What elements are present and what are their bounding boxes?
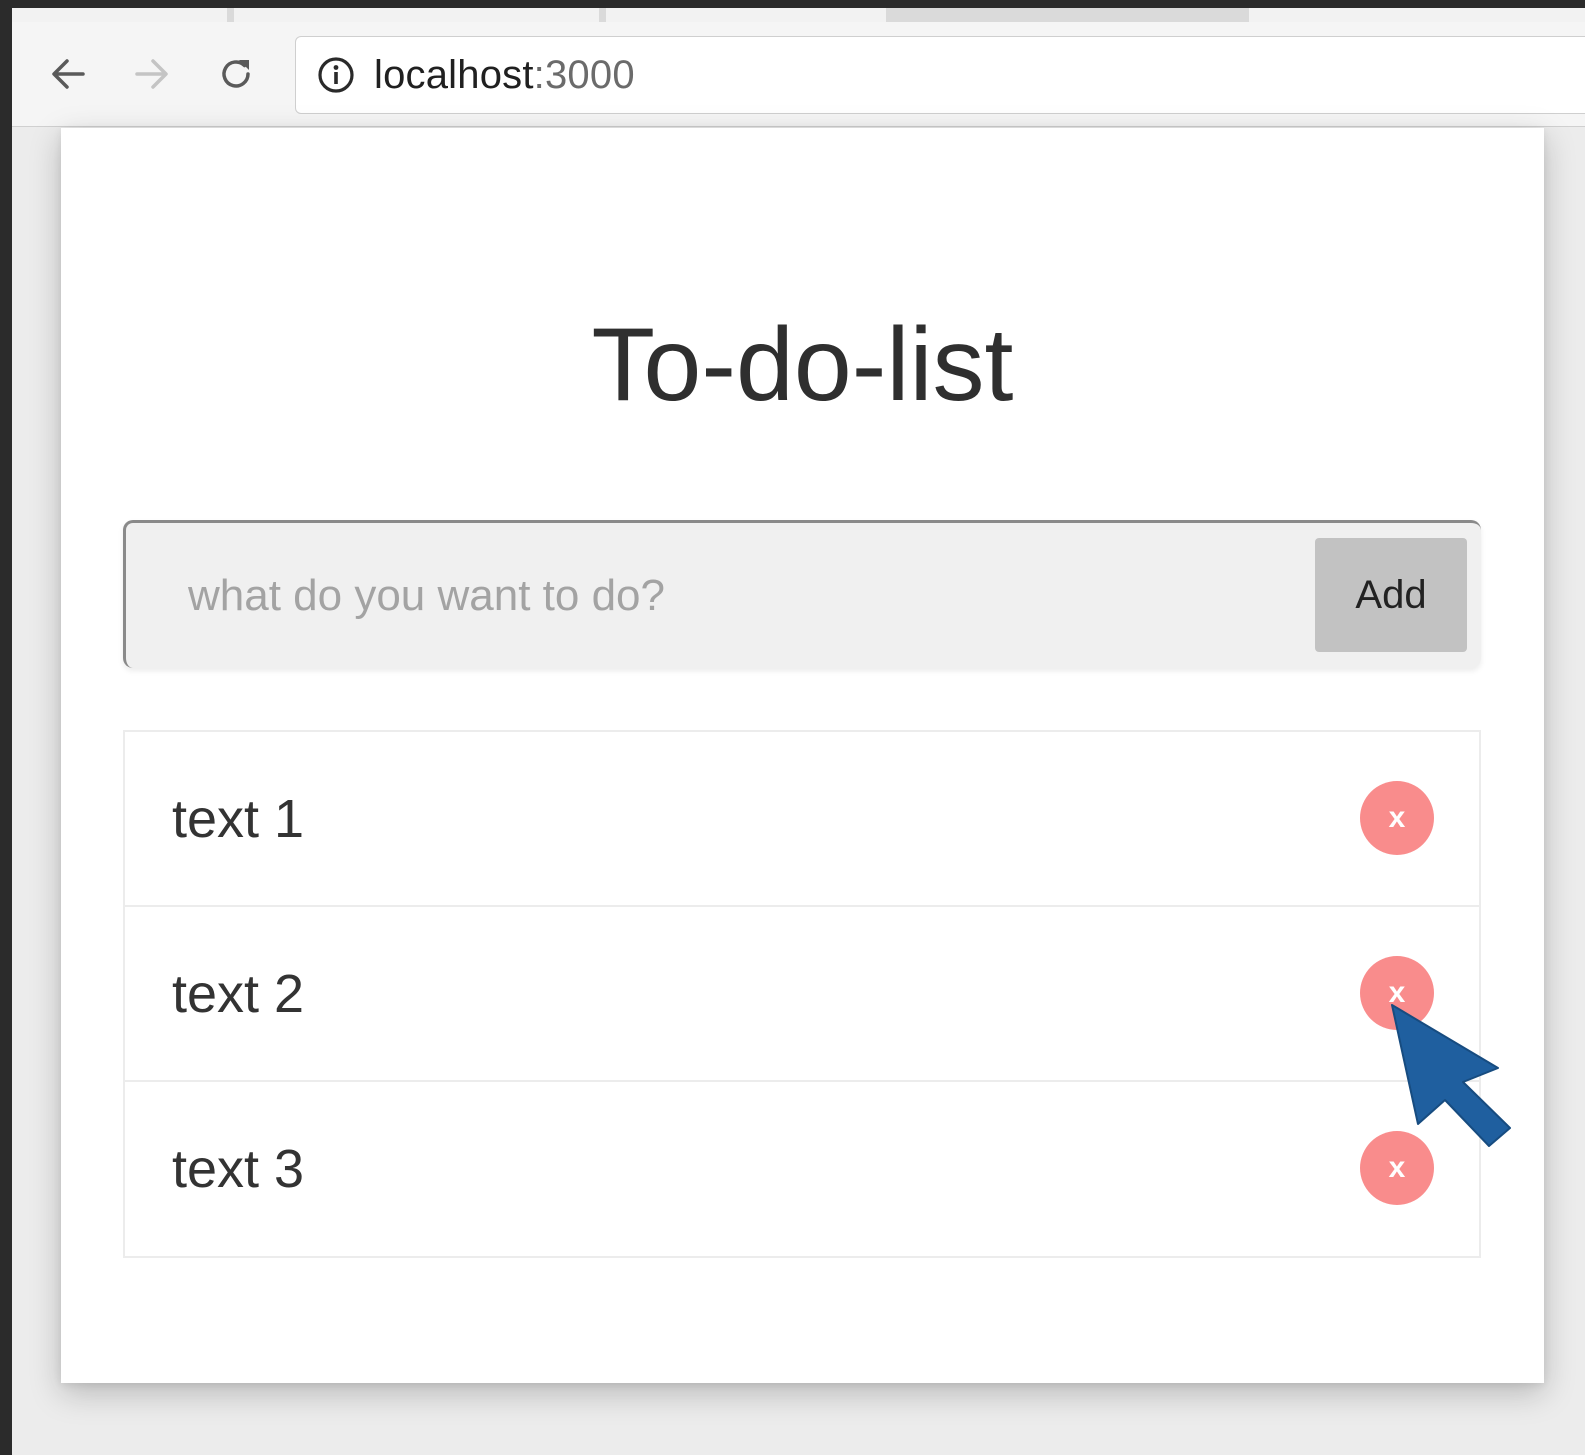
browser-tab[interactable]	[606, 8, 886, 22]
tab-strip	[12, 8, 1585, 22]
arrow-right-icon	[135, 59, 168, 89]
info-circle-icon[interactable]	[316, 55, 356, 95]
reload-icon	[222, 60, 250, 88]
url-port: :3000	[533, 52, 635, 97]
todo-card: To-do-list Add text 1 x text 2 x text 3 …	[61, 128, 1544, 1383]
forward-button[interactable]	[128, 50, 176, 98]
delete-button[interactable]: x	[1360, 780, 1434, 855]
list-item: text 1 x	[125, 732, 1479, 907]
todo-text: text 1	[172, 788, 305, 849]
url-host: localhost	[374, 52, 534, 97]
todo-list: text 1 x text 2 x text 3 x	[123, 730, 1481, 1258]
back-button[interactable]	[44, 50, 92, 98]
todo-text: text 3	[172, 1139, 305, 1199]
page-viewport: To-do-list Add text 1 x text 2 x text 3 …	[12, 127, 1585, 1455]
delete-button[interactable]: x	[1360, 955, 1434, 1030]
browser-window: localhost:3000 To-do-list Add text 1 x t…	[12, 8, 1585, 1455]
todo-text: text 2	[172, 963, 305, 1024]
list-item: text 3 x	[125, 1082, 1479, 1256]
arrow-left-icon	[52, 59, 85, 89]
delete-button[interactable]: x	[1360, 1131, 1434, 1205]
list-item: text 2 x	[125, 907, 1479, 1082]
browser-tab[interactable]	[234, 8, 599, 22]
page-title: To-do-list	[591, 307, 1014, 423]
reload-button[interactable]	[212, 50, 260, 98]
add-button[interactable]: Add	[1315, 538, 1467, 652]
browser-tab[interactable]	[1249, 8, 1585, 22]
browser-toolbar: localhost:3000	[12, 22, 1585, 127]
add-todo-form: Add	[123, 520, 1481, 668]
url-text: localhost:3000	[374, 53, 635, 98]
todo-input[interactable]	[126, 523, 1306, 668]
browser-tab[interactable]	[12, 8, 227, 22]
address-bar[interactable]: localhost:3000	[295, 36, 1585, 114]
